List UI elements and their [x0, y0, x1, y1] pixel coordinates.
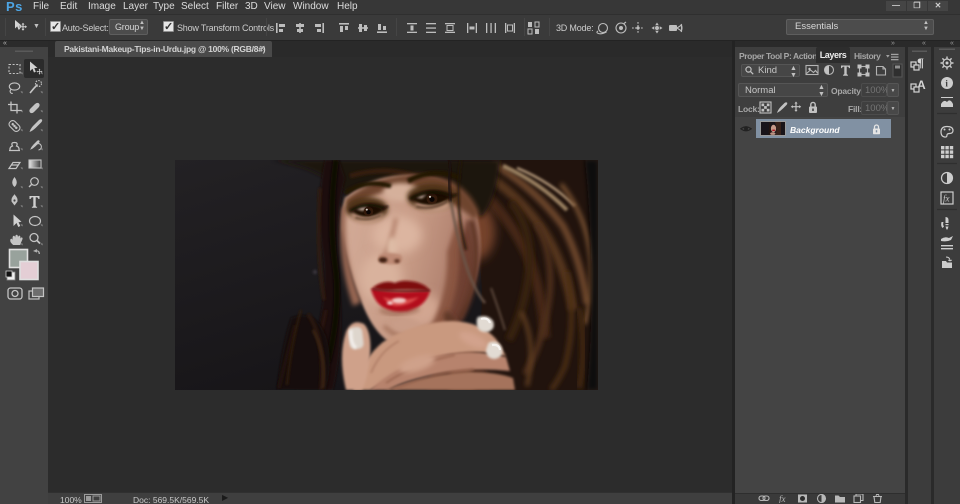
svg-text:fx: fx	[779, 494, 786, 503]
svg-text:fx: fx	[943, 194, 950, 204]
